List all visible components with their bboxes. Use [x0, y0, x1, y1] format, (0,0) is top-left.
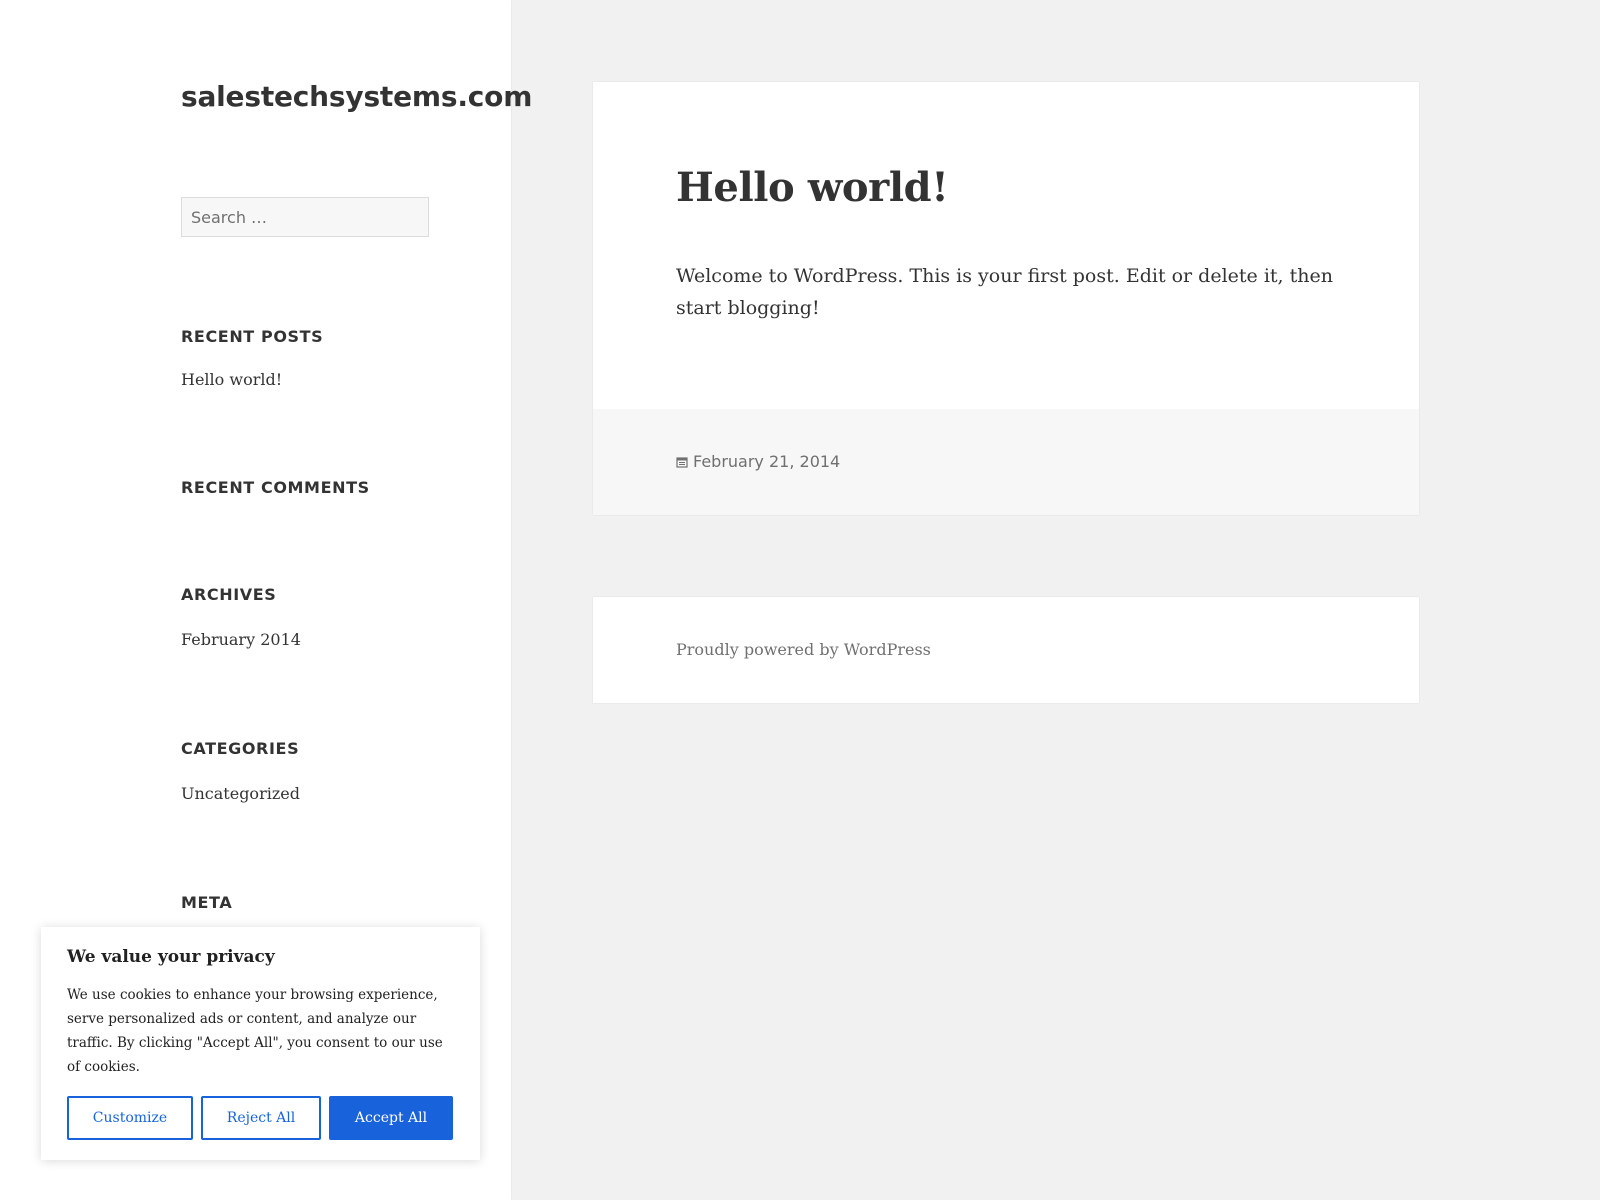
category-link[interactable]: Uncategorized: [181, 784, 300, 803]
post-title[interactable]: Hello world!: [676, 164, 949, 211]
post-body: Welcome to WordPress. This is your first…: [676, 265, 1333, 319]
post-card: Hello world! Welcome to WordPress. This …: [593, 82, 1419, 515]
site-title[interactable]: salestechsystems.com: [181, 80, 532, 113]
reject-all-button[interactable]: Reject All: [201, 1096, 321, 1140]
cookie-title: We value your privacy: [67, 947, 275, 967]
archive-link[interactable]: February 2014: [181, 630, 301, 649]
post-footer: February 21, 2014: [593, 409, 1419, 515]
calendar-icon: [676, 456, 688, 468]
cookie-banner: We value your privacy We use cookies to …: [41, 927, 480, 1160]
archives-heading: Archives: [181, 585, 277, 604]
cookie-text: We use cookies to enhance your browsing …: [67, 987, 443, 1075]
powered-by-link[interactable]: Proudly powered by WordPress: [676, 640, 931, 659]
recent-comments-heading: Recent Comments: [181, 478, 370, 497]
categories-heading: Categories: [181, 739, 300, 758]
site-footer: Proudly powered by WordPress: [593, 597, 1419, 703]
recent-posts-heading: Recent Posts: [181, 327, 324, 346]
meta-heading: Meta: [181, 893, 233, 912]
post-date-link[interactable]: February 21, 2014: [693, 452, 840, 471]
recent-post-link[interactable]: Hello world!: [181, 370, 282, 389]
search-input[interactable]: [181, 197, 429, 237]
customize-button[interactable]: Customize: [67, 1096, 193, 1140]
accept-all-button[interactable]: Accept All: [329, 1096, 453, 1140]
post-date: February 21, 2014: [676, 452, 840, 471]
